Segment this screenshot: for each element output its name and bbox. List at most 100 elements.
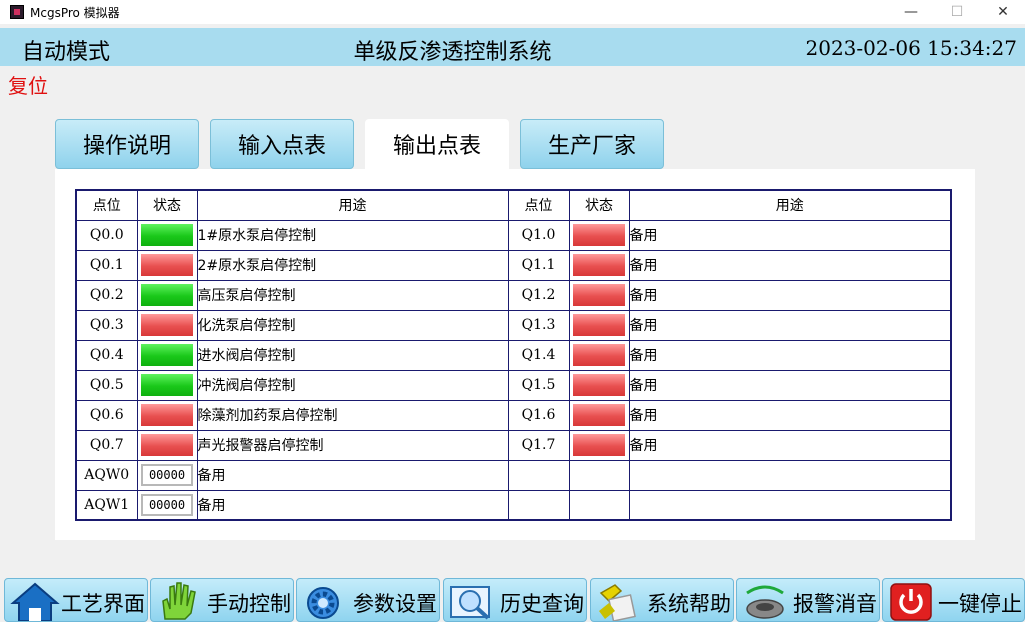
status-indicator bbox=[141, 314, 193, 336]
window-title: McgsPro 模拟器 bbox=[30, 5, 120, 20]
nav-process-screen-button[interactable]: 工艺界面 bbox=[4, 578, 148, 622]
nav-alarm-silence-button[interactable]: 报警消音 bbox=[736, 578, 880, 622]
point-usage: 备用 bbox=[628, 399, 952, 431]
status-cell bbox=[568, 249, 630, 281]
point-usage: 化洗泵启停控制 bbox=[196, 309, 509, 341]
table-header-row: 点位 状态 用途 点位 状态 用途 bbox=[75, 189, 952, 221]
point-usage: 高压泵启停控制 bbox=[196, 279, 509, 311]
status-indicator bbox=[141, 224, 193, 246]
point-usage: 备用 bbox=[628, 339, 952, 371]
status-cell bbox=[136, 339, 198, 371]
nav-system-help-button[interactable]: 系统帮助 bbox=[590, 578, 734, 622]
table-row: Q0.6 除藻剂加药泵启停控制 Q1.6 备用 bbox=[75, 399, 952, 431]
status-indicator bbox=[573, 284, 625, 306]
system-title: 单级反渗透控制系统 bbox=[353, 40, 552, 65]
nav-label: 历史查询 bbox=[500, 592, 584, 616]
point-address: AQW1 bbox=[75, 489, 138, 521]
point-usage: 备用 bbox=[628, 279, 952, 311]
analog-value-field[interactable]: 00000 bbox=[141, 493, 193, 516]
table-row: Q0.5 冲洗阀启停控制 Q1.5 备用 bbox=[75, 369, 952, 401]
header-addr: 点位 bbox=[75, 189, 138, 221]
table-row: Q0.2 高压泵启停控制 Q1.2 备用 bbox=[75, 279, 952, 311]
nav-parameter-settings-button[interactable]: 参数设置 bbox=[296, 578, 440, 622]
table-row: Q0.7 声光报警器启停控制 Q1.7 备用 bbox=[75, 429, 952, 461]
app-logo-icon bbox=[10, 5, 24, 19]
nav-manual-control-button[interactable]: 手动控制 bbox=[150, 578, 294, 622]
table-row: AQW1 00000 备用 bbox=[75, 489, 952, 521]
table-row: Q0.3 化洗泵启停控制 Q1.3 备用 bbox=[75, 309, 952, 341]
status-indicator bbox=[141, 434, 193, 456]
status-cell: 00000 bbox=[136, 489, 198, 521]
status-cell bbox=[136, 369, 198, 401]
point-address: Q1.1 bbox=[507, 249, 570, 281]
status-indicator bbox=[573, 404, 625, 426]
point-usage: 备用 bbox=[628, 219, 952, 251]
point-address: Q0.0 bbox=[75, 219, 138, 251]
datetime-display: 2023-02-06 15:34:27 bbox=[805, 36, 1018, 60]
point-address: Q1.2 bbox=[507, 279, 570, 311]
status-indicator bbox=[141, 374, 193, 396]
status-indicator bbox=[573, 314, 625, 336]
speaker-icon bbox=[746, 585, 784, 619]
status-cell bbox=[568, 399, 630, 431]
table-row: AQW0 00000 备用 bbox=[75, 459, 952, 491]
nav-history-query-button[interactable]: 历史查询 bbox=[443, 578, 587, 622]
point-usage: 备用 bbox=[628, 369, 952, 401]
bottom-nav-bar: 工艺界面 手动控制 参数设置 历史查询 系统帮助 报警消音 一键停止 bbox=[0, 578, 1025, 622]
nav-label: 系统帮助 bbox=[647, 592, 731, 616]
point-usage: 备用 bbox=[196, 489, 509, 521]
status-cell bbox=[568, 369, 630, 401]
tab-input-points[interactable]: 输入点表 bbox=[210, 119, 354, 169]
status-indicator bbox=[141, 404, 193, 426]
power-icon bbox=[890, 583, 932, 621]
point-address: AQW0 bbox=[75, 459, 138, 491]
analog-value-field[interactable]: 00000 bbox=[141, 464, 193, 486]
point-address: Q0.2 bbox=[75, 279, 138, 311]
close-button[interactable]: ✕ bbox=[980, 0, 1025, 24]
status-cell bbox=[568, 429, 630, 461]
point-usage bbox=[628, 459, 952, 491]
minimize-button[interactable]: — bbox=[888, 0, 934, 24]
status-cell: 00000 bbox=[136, 459, 198, 491]
status-indicator bbox=[573, 224, 625, 246]
point-address: Q0.1 bbox=[75, 249, 138, 281]
header-status: 状态 bbox=[136, 189, 198, 221]
status-cell bbox=[568, 309, 630, 341]
point-address: Q1.4 bbox=[507, 339, 570, 371]
point-usage: 备用 bbox=[196, 459, 509, 491]
status-cell bbox=[136, 309, 198, 341]
help-icon bbox=[599, 584, 636, 621]
tab-manufacturer[interactable]: 生产厂家 bbox=[520, 119, 664, 169]
table-row: Q0.4 进水阀启停控制 Q1.4 备用 bbox=[75, 339, 952, 371]
window-titlebar: McgsPro 模拟器 — ☐ ✕ bbox=[0, 0, 1025, 24]
point-usage: 进水阀启停控制 bbox=[196, 339, 509, 371]
point-usage: 除藻剂加药泵启停控制 bbox=[196, 399, 509, 431]
point-usage: 备用 bbox=[628, 429, 952, 461]
point-usage: 冲洗阀启停控制 bbox=[196, 369, 509, 401]
point-address: Q1.6 bbox=[507, 399, 570, 431]
nav-label: 一键停止 bbox=[938, 592, 1022, 616]
point-usage: 备用 bbox=[628, 309, 952, 341]
tab-operation-guide[interactable]: 操作说明 bbox=[55, 119, 199, 169]
status-indicator bbox=[573, 434, 625, 456]
nav-label: 报警消音 bbox=[793, 592, 877, 616]
reset-button[interactable]: 复位 bbox=[8, 70, 48, 99]
tab-output-points[interactable]: 输出点表 bbox=[365, 119, 509, 169]
status-cell bbox=[136, 399, 198, 431]
status-indicator bbox=[573, 344, 625, 366]
header-addr: 点位 bbox=[507, 189, 570, 221]
header-use: 用途 bbox=[196, 189, 509, 221]
status-indicator bbox=[573, 254, 625, 276]
status-indicator bbox=[141, 254, 193, 276]
point-usage: 声光报警器启停控制 bbox=[196, 429, 509, 461]
header-status: 状态 bbox=[568, 189, 630, 221]
point-address: Q0.5 bbox=[75, 369, 138, 401]
maximize-button[interactable]: ☐ bbox=[934, 0, 980, 24]
status-cell bbox=[136, 219, 198, 251]
point-address: Q1.5 bbox=[507, 369, 570, 401]
status-cell bbox=[568, 459, 630, 491]
nav-emergency-stop-button[interactable]: 一键停止 bbox=[882, 578, 1025, 622]
point-address: Q0.3 bbox=[75, 309, 138, 341]
point-address: Q0.6 bbox=[75, 399, 138, 431]
header-use: 用途 bbox=[628, 189, 952, 221]
